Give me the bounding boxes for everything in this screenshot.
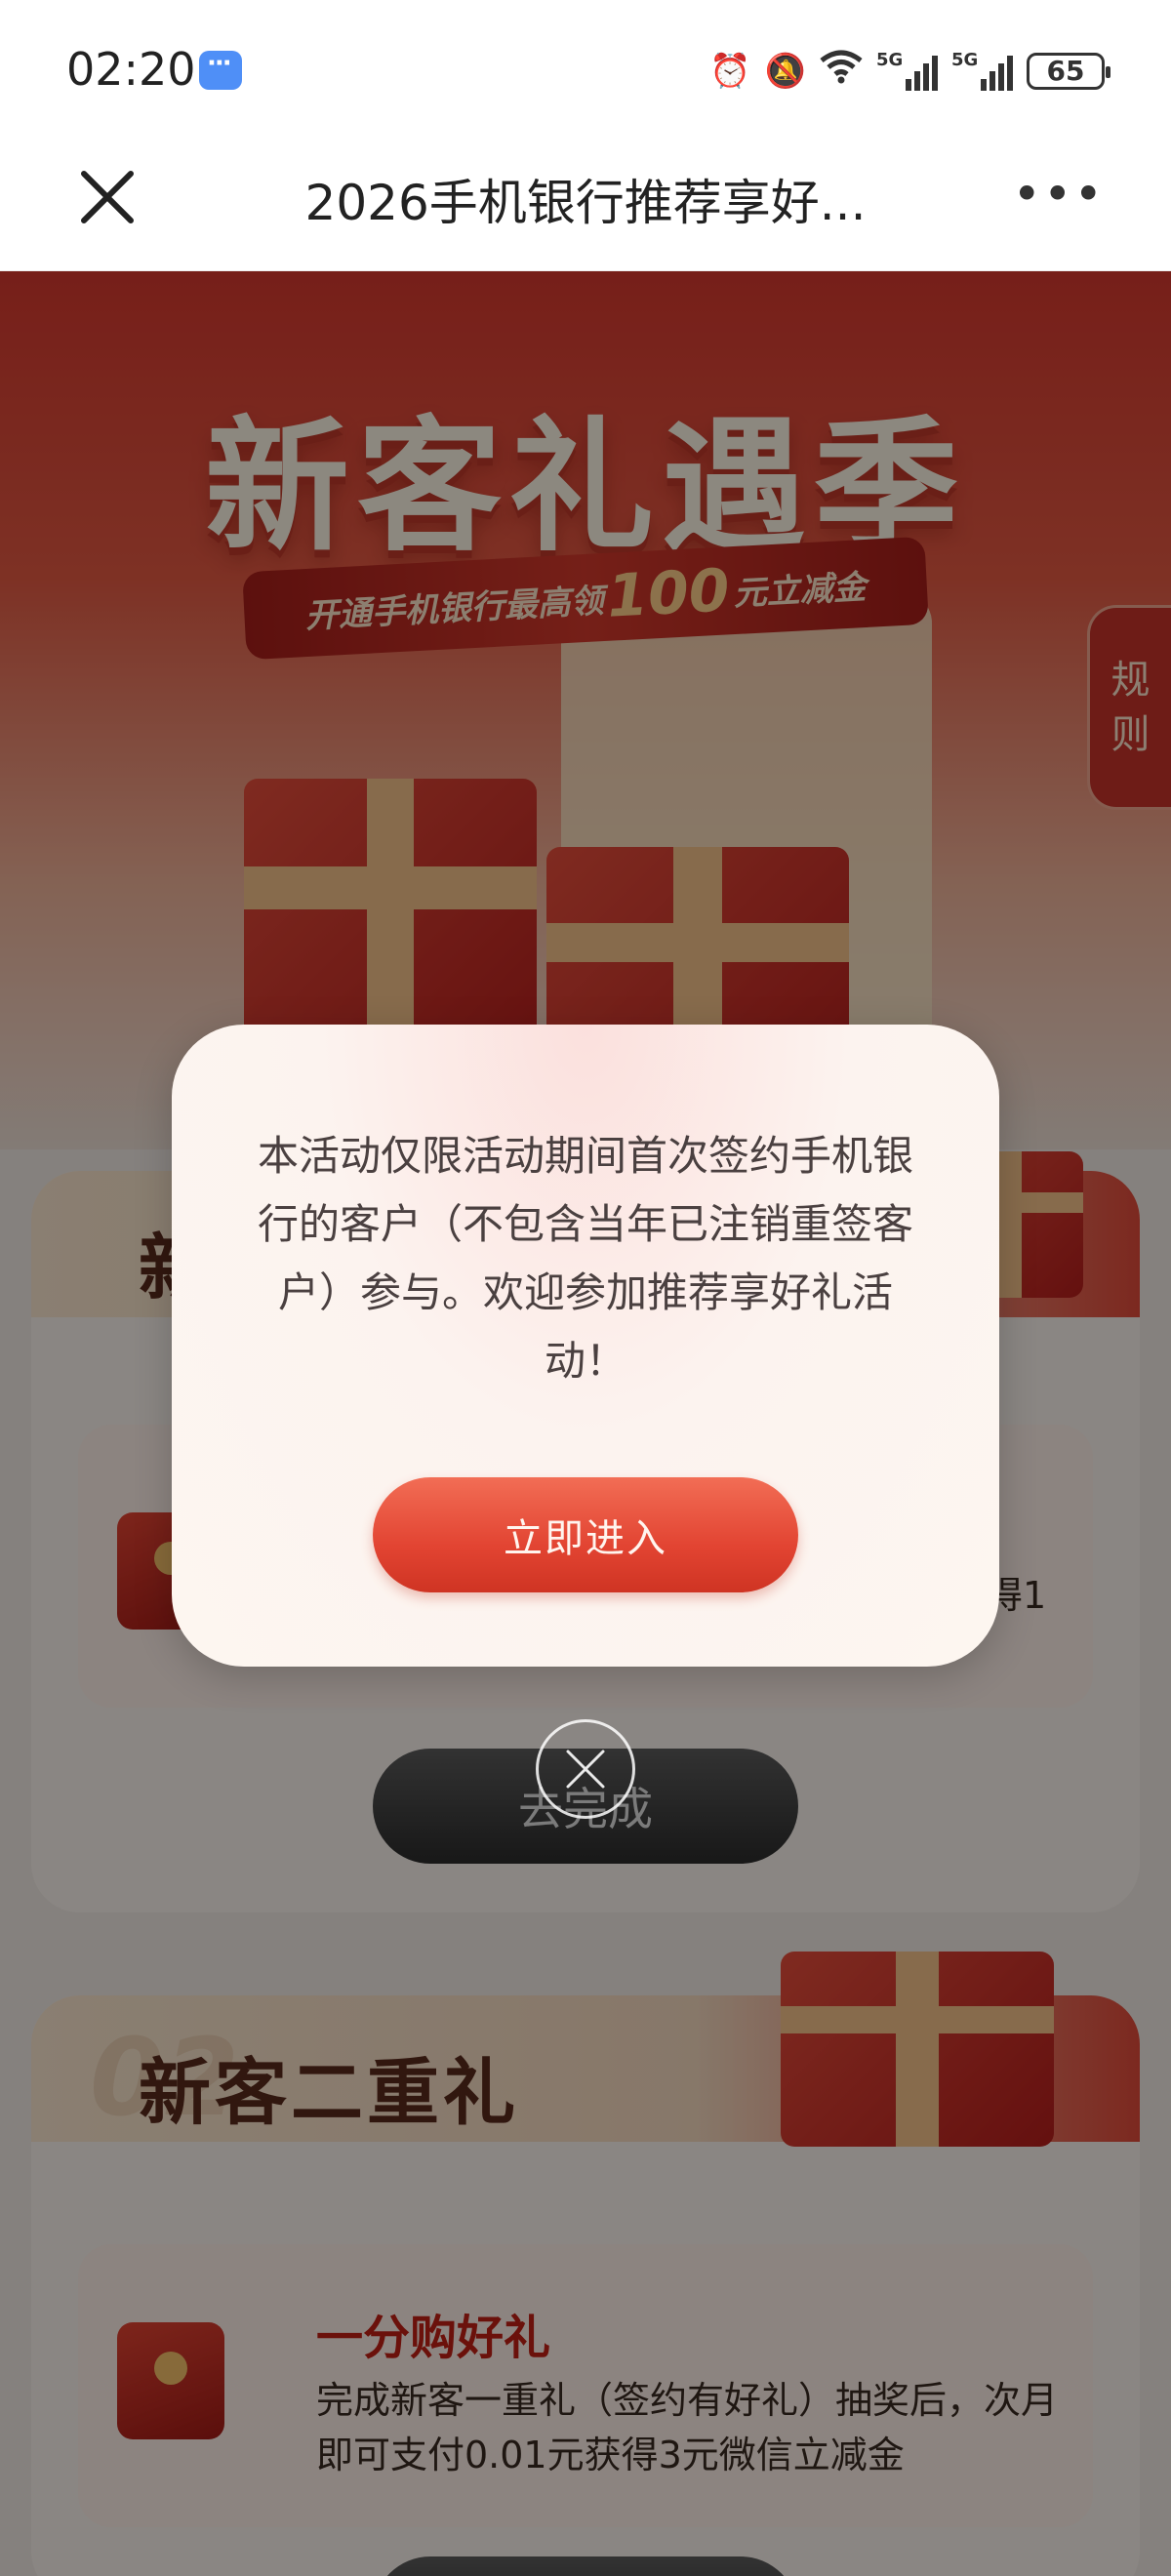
alarm-icon: ⏰ — [709, 51, 751, 91]
status-time: 02:20 — [66, 43, 196, 96]
signal-label-2: 5G — [951, 49, 979, 70]
page-title: 2026手机银行推荐享好... — [304, 175, 867, 231]
enter-now-label: 立即进入 — [504, 1516, 667, 1561]
message-notification-icon — [199, 49, 242, 90]
signal-label-1: 5G — [876, 49, 904, 70]
dialog-message: 本活动仅限活动期间首次签约手机银行的客户（不包含当年已注销重签客户）参与。欢迎参… — [257, 1132, 913, 1385]
more-options-icon[interactable]: ••• — [1013, 170, 1105, 219]
mute-icon: 🔕 — [764, 51, 806, 91]
status-icons: ⏰ 🔕 5G 5G 65 — [709, 49, 1110, 93]
wifi-icon — [820, 49, 863, 93]
battery-icon: 65 — [1027, 52, 1110, 90]
notice-dialog: 本活动仅限活动期间首次签约手机银行的客户（不包含当年已注销重签客户）参与。欢迎参… — [172, 1025, 999, 1667]
signal-icon-1: 5G — [876, 49, 938, 91]
close-icon[interactable] — [78, 168, 137, 226]
enter-now-button[interactable]: 立即进入 — [373, 1477, 798, 1592]
dialog-close-icon[interactable] — [536, 1719, 635, 1819]
battery-level: 65 — [1046, 55, 1085, 87]
signal-icon-2: 5G — [951, 49, 1013, 91]
status-bar: 02:20 ⏰ 🔕 5G 5G 65 — [0, 0, 1171, 141]
